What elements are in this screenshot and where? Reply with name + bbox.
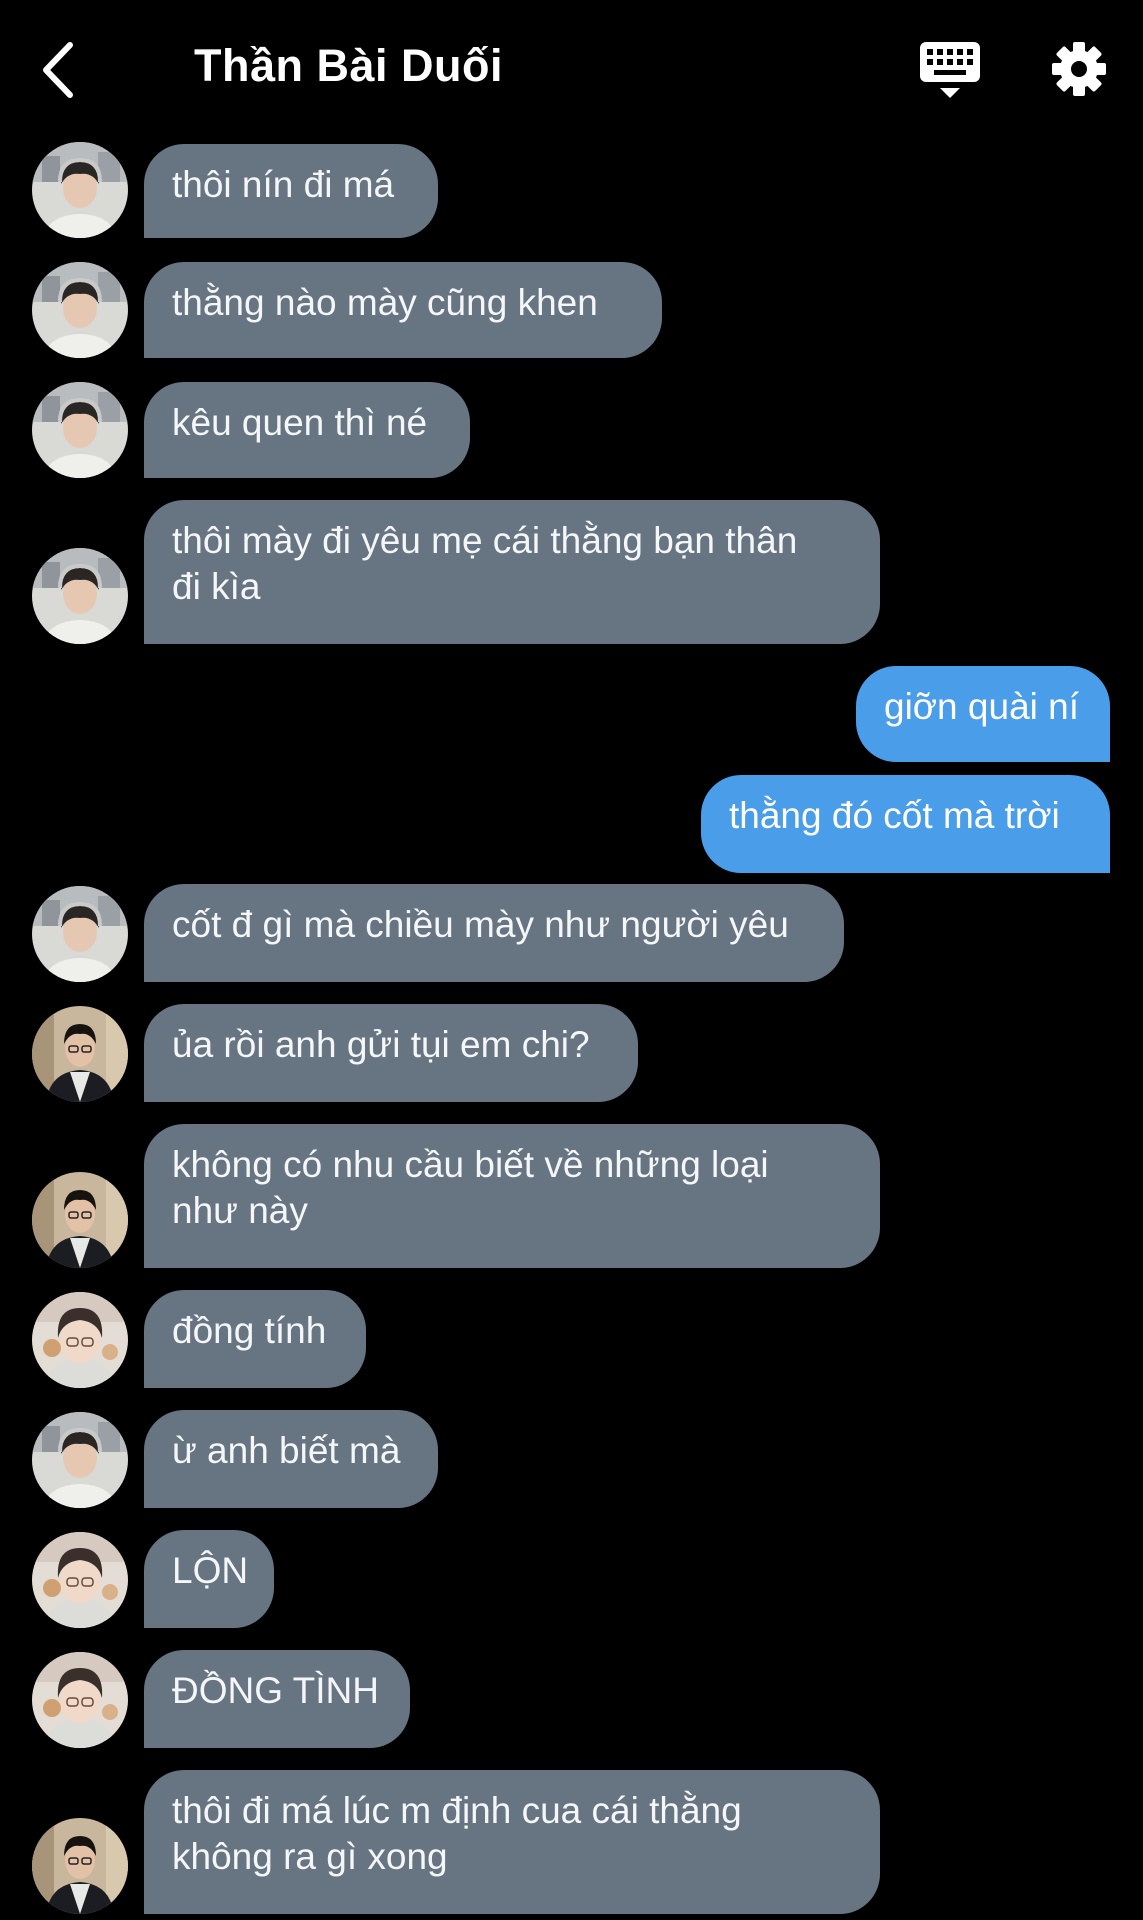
avatar-a-image [32, 1412, 128, 1508]
avatar-a-image [32, 142, 128, 238]
avatar[interactable] [32, 1652, 128, 1748]
message-list[interactable]: thôi nín đi má thằng nào mày cũng khen k… [0, 0, 1143, 1920]
avatar[interactable] [32, 1006, 128, 1102]
incoming-message-bubble[interactable]: thôi đi má lúc m định cua cái thằng khôn… [144, 1770, 880, 1914]
avatar[interactable] [32, 886, 128, 982]
avatar-a-image [32, 886, 128, 982]
avatar-a-image [32, 262, 128, 358]
avatar-c-image [32, 1292, 128, 1388]
avatar[interactable] [32, 382, 128, 478]
incoming-message-bubble[interactable]: đồng tính [144, 1290, 366, 1388]
incoming-message-bubble[interactable]: ĐỒNG TÌNH [144, 1650, 410, 1748]
avatar[interactable] [32, 1818, 128, 1914]
outgoing-message-bubble[interactable]: giỡn quài ní [856, 666, 1110, 762]
incoming-message-bubble[interactable]: thằng nào mày cũng khen [144, 262, 662, 358]
incoming-message-bubble[interactable]: ủa rồi anh gửi tụi em chi? [144, 1004, 638, 1102]
avatar[interactable] [32, 1412, 128, 1508]
incoming-message-bubble[interactable]: LỘN [144, 1530, 274, 1628]
avatar[interactable] [32, 142, 128, 238]
incoming-message-bubble[interactable]: không có nhu cầu biết về những loại như … [144, 1124, 880, 1268]
incoming-message-bubble[interactable]: cốt đ gì mà chiều mày như người yêu [144, 884, 844, 982]
avatar[interactable] [32, 1532, 128, 1628]
avatar-c-image [32, 1532, 128, 1628]
incoming-message-bubble[interactable]: thôi nín đi má [144, 144, 438, 238]
avatar-b-image [32, 1172, 128, 1268]
incoming-message-bubble[interactable]: ừ anh biết mà [144, 1410, 438, 1508]
avatar-a-image [32, 382, 128, 478]
avatar[interactable] [32, 1292, 128, 1388]
avatar[interactable] [32, 548, 128, 644]
avatar-a-image [32, 548, 128, 644]
avatar-c-image [32, 1652, 128, 1748]
incoming-message-bubble[interactable]: kêu quen thì né [144, 382, 470, 478]
avatar-b-image [32, 1818, 128, 1914]
outgoing-message-bubble[interactable]: thằng đó cốt mà trời [701, 775, 1110, 873]
avatar[interactable] [32, 1172, 128, 1268]
avatar[interactable] [32, 262, 128, 358]
incoming-message-bubble[interactable]: thôi mày đi yêu mẹ cái thằng bạn thân đi… [144, 500, 880, 644]
avatar-b-image [32, 1006, 128, 1102]
